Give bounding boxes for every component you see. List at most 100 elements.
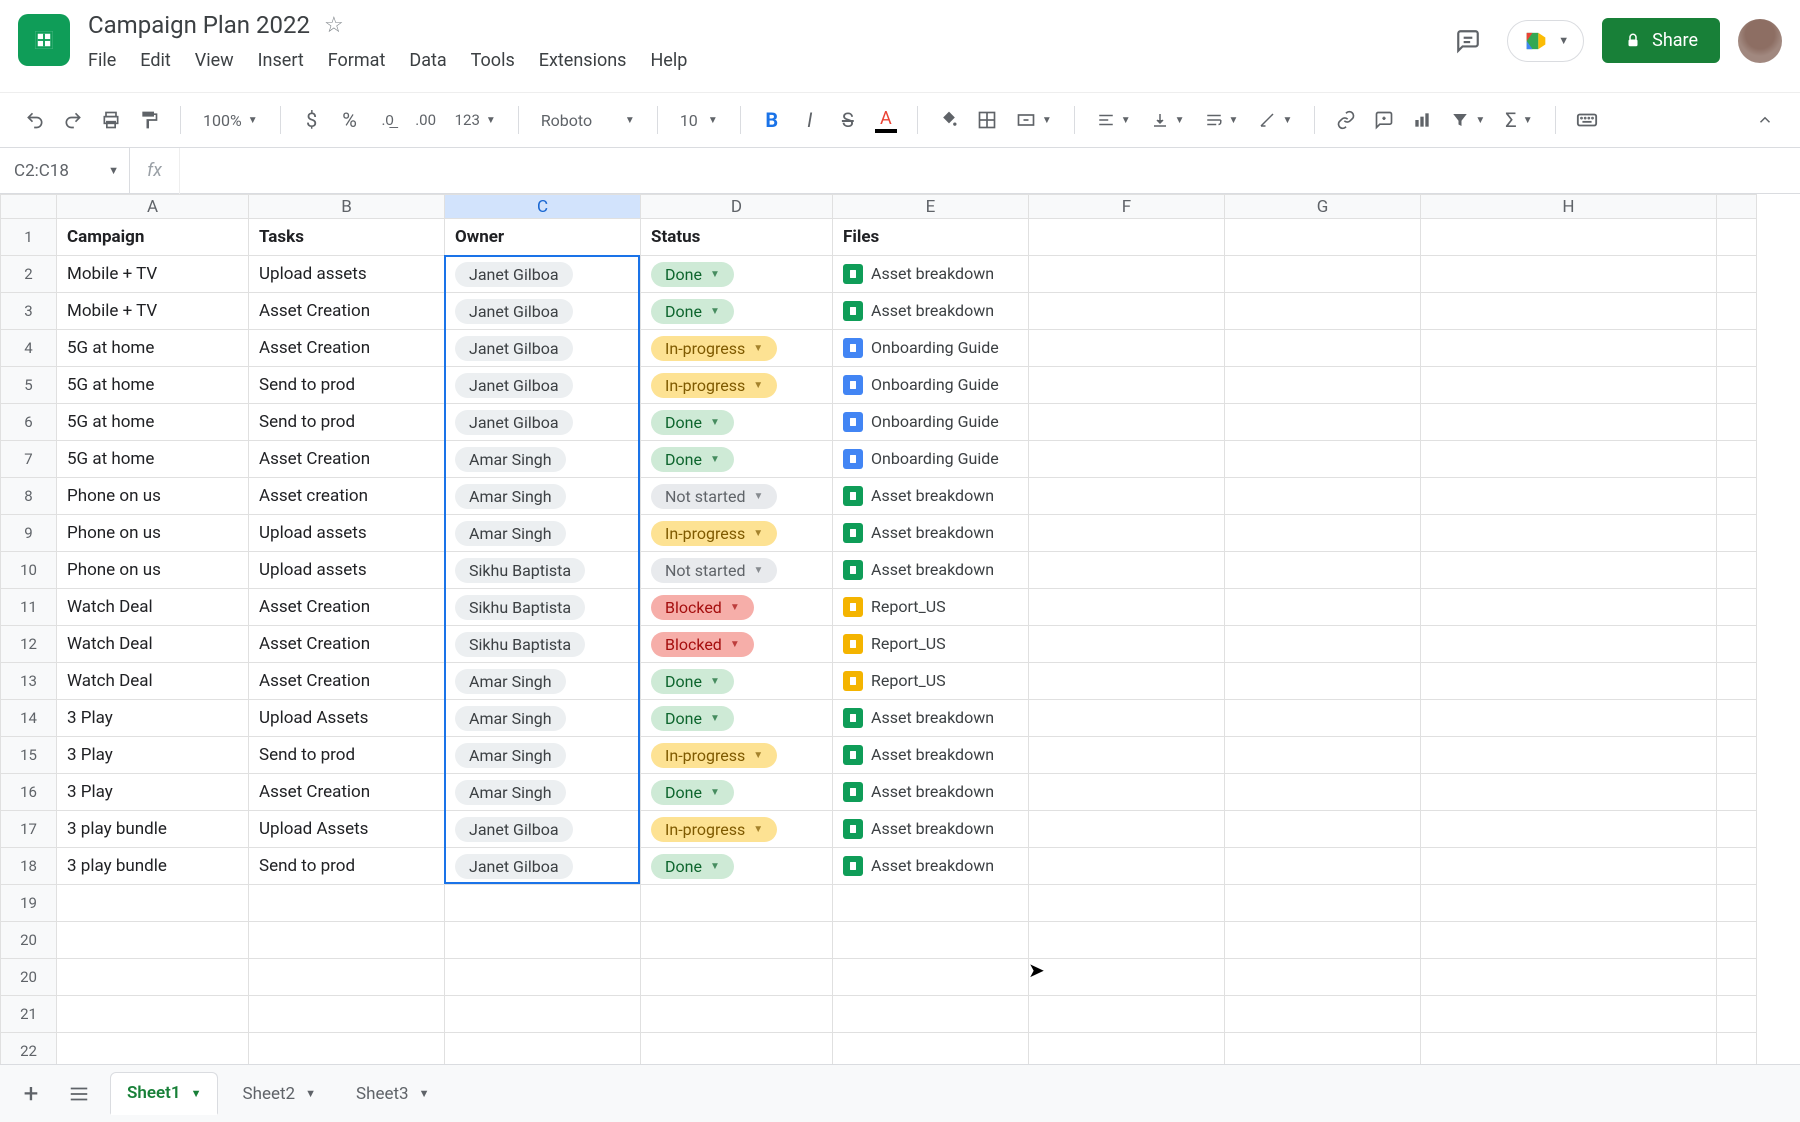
more-formats-dropdown[interactable]: 123▼: [447, 111, 504, 129]
owner-chip[interactable]: Janet Gilboa: [455, 854, 573, 879]
select-all-corner[interactable]: [1, 195, 57, 219]
cell[interactable]: [1029, 737, 1225, 774]
cell[interactable]: Done▼: [641, 848, 833, 885]
cell[interactable]: [1225, 589, 1421, 626]
status-chip[interactable]: In-progress▼: [651, 336, 777, 361]
cell[interactable]: [1717, 774, 1757, 811]
column-header-B[interactable]: B: [249, 195, 445, 219]
owner-chip[interactable]: Sikhu Baptista: [455, 558, 585, 583]
cell[interactable]: [249, 885, 445, 922]
cell[interactable]: Asset Creation: [249, 774, 445, 811]
cell[interactable]: [1029, 959, 1225, 996]
menu-data[interactable]: Data: [409, 50, 446, 71]
column-header-D[interactable]: D: [641, 195, 833, 219]
filter-dropdown[interactable]: ▼: [1443, 111, 1493, 129]
cell[interactable]: Asset breakdown: [833, 737, 1029, 774]
cell[interactable]: Upload Assets: [249, 700, 445, 737]
cell[interactable]: Send to prod: [249, 848, 445, 885]
cell[interactable]: [1421, 700, 1717, 737]
row-header[interactable]: 12: [1, 626, 57, 663]
cell[interactable]: Blocked▼: [641, 589, 833, 626]
row-header[interactable]: 15: [1, 737, 57, 774]
file-chip[interactable]: Onboarding Guide: [843, 338, 999, 358]
cell[interactable]: Janet Gilboa: [445, 811, 641, 848]
cell[interactable]: Send to prod: [249, 737, 445, 774]
cell[interactable]: Sikhu Baptista: [445, 626, 641, 663]
cell[interactable]: Asset breakdown: [833, 700, 1029, 737]
owner-chip[interactable]: Amar Singh: [455, 706, 566, 731]
cell[interactable]: Done▼: [641, 441, 833, 478]
owner-chip[interactable]: Janet Gilboa: [455, 410, 573, 435]
cell[interactable]: [1029, 811, 1225, 848]
cell[interactable]: [1421, 293, 1717, 330]
cell[interactable]: [641, 922, 833, 959]
cell[interactable]: Amar Singh: [445, 774, 641, 811]
cell[interactable]: [249, 959, 445, 996]
cell[interactable]: [1225, 848, 1421, 885]
decrease-decimal-icon[interactable]: .0̲: [371, 102, 405, 138]
row-header[interactable]: 4: [1, 330, 57, 367]
menu-format[interactable]: Format: [328, 50, 386, 71]
cell[interactable]: Amar Singh: [445, 478, 641, 515]
row-header[interactable]: 6: [1, 404, 57, 441]
cell[interactable]: Watch Deal: [57, 626, 249, 663]
row-header[interactable]: 9: [1, 515, 57, 552]
cell[interactable]: [1421, 330, 1717, 367]
sheet-tab-sheet2[interactable]: Sheet2▼: [226, 1072, 332, 1115]
cell[interactable]: [249, 922, 445, 959]
comment-icon[interactable]: [1367, 102, 1401, 138]
header-cell[interactable]: [1421, 219, 1717, 256]
cell[interactable]: [1225, 293, 1421, 330]
file-chip[interactable]: Report_US: [843, 597, 946, 617]
merge-cells-dropdown[interactable]: ▼: [1008, 110, 1060, 130]
cell[interactable]: Asset breakdown: [833, 848, 1029, 885]
comment-history-icon[interactable]: [1447, 20, 1489, 62]
wrap-dropdown[interactable]: ▼: [1197, 111, 1247, 129]
add-sheet-button[interactable]: +: [14, 1076, 48, 1112]
cell[interactable]: [1225, 737, 1421, 774]
cell[interactable]: [1029, 552, 1225, 589]
cell[interactable]: [1717, 367, 1757, 404]
cell[interactable]: Janet Gilboa: [445, 256, 641, 293]
row-header[interactable]: 21: [1, 996, 57, 1033]
currency-icon[interactable]: $: [295, 102, 329, 138]
cell[interactable]: Phone on us: [57, 552, 249, 589]
cell[interactable]: Not started▼: [641, 478, 833, 515]
cell[interactable]: Sikhu Baptista: [445, 589, 641, 626]
cell[interactable]: [1717, 441, 1757, 478]
font-dropdown[interactable]: Roboto▼: [533, 111, 643, 130]
cell[interactable]: 5G at home: [57, 441, 249, 478]
cell[interactable]: [1029, 848, 1225, 885]
cell[interactable]: [1421, 996, 1717, 1033]
h-align-dropdown[interactable]: ▼: [1089, 111, 1139, 129]
cell[interactable]: Asset Creation: [249, 589, 445, 626]
cell[interactable]: In-progress▼: [641, 367, 833, 404]
cell[interactable]: Watch Deal: [57, 589, 249, 626]
v-align-dropdown[interactable]: ▼: [1143, 111, 1193, 129]
cell[interactable]: Asset creation: [249, 478, 445, 515]
file-chip[interactable]: Report_US: [843, 671, 946, 691]
cell[interactable]: Done▼: [641, 663, 833, 700]
cell[interactable]: [445, 922, 641, 959]
file-chip[interactable]: Asset breakdown: [843, 708, 994, 728]
rotate-dropdown[interactable]: ▼: [1250, 111, 1300, 129]
percent-icon[interactable]: %: [333, 102, 367, 138]
row-header[interactable]: 14: [1, 700, 57, 737]
menu-insert[interactable]: Insert: [258, 50, 304, 71]
cell[interactable]: [1225, 515, 1421, 552]
file-chip[interactable]: Onboarding Guide: [843, 449, 999, 469]
collapse-toolbar-icon[interactable]: [1748, 102, 1782, 138]
cell[interactable]: [1225, 996, 1421, 1033]
cell[interactable]: 5G at home: [57, 367, 249, 404]
cell[interactable]: Amar Singh: [445, 663, 641, 700]
cell[interactable]: Asset Creation: [249, 293, 445, 330]
file-chip[interactable]: Asset breakdown: [843, 560, 994, 580]
increase-decimal-icon[interactable]: .00: [409, 102, 443, 138]
cell[interactable]: [1029, 515, 1225, 552]
chart-icon[interactable]: [1405, 102, 1439, 138]
cell[interactable]: [1029, 663, 1225, 700]
column-header-G[interactable]: G: [1225, 195, 1421, 219]
cell[interactable]: Phone on us: [57, 515, 249, 552]
cell[interactable]: In-progress▼: [641, 811, 833, 848]
cell[interactable]: [1421, 737, 1717, 774]
